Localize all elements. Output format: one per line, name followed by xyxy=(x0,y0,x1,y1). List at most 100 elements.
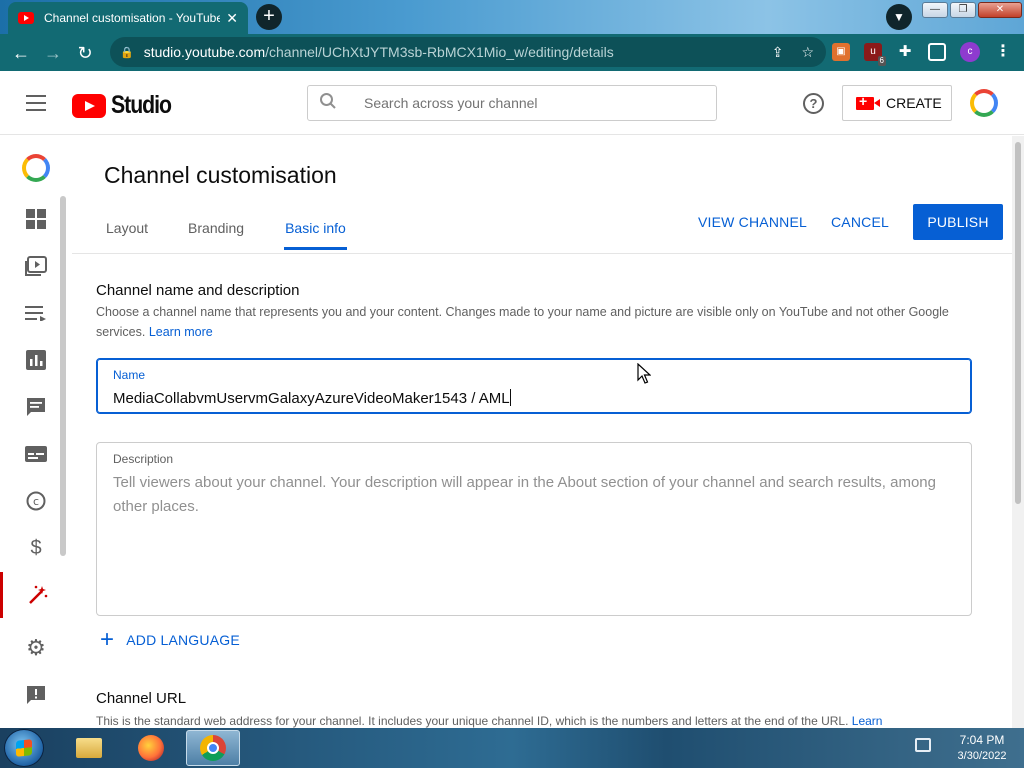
dashboard-icon xyxy=(26,209,46,229)
browser-tab[interactable]: Channel customisation - YouTube ✕ xyxy=(8,2,248,34)
main-scrollbar-thumb[interactable] xyxy=(1015,142,1021,504)
page-actions: VIEW CHANNEL CANCEL PUBLISH xyxy=(698,204,1003,240)
tab-layout[interactable]: Layout xyxy=(106,220,148,250)
search-input[interactable]: Search across your channel xyxy=(307,85,717,121)
side-panel-icon[interactable] xyxy=(928,43,946,61)
forward-arrow-icon[interactable]: → xyxy=(42,42,64,64)
sidebar-item-earn[interactable]: $ xyxy=(0,525,72,571)
account-avatar[interactable] xyxy=(970,89,998,117)
description-placeholder: Tell viewers about your channel. Your de… xyxy=(113,474,936,515)
left-sidebar: c $ ⚙ xyxy=(0,136,72,728)
bookmark-star-icon[interactable]: ☆ xyxy=(801,44,814,61)
network-icon[interactable] xyxy=(915,738,931,752)
back-arrow-icon[interactable]: ← xyxy=(10,42,32,64)
url-learn-more-link[interactable]: Learn xyxy=(852,714,883,728)
folder-icon xyxy=(76,738,102,758)
sidebar-item-content[interactable] xyxy=(0,243,72,289)
help-icon[interactable]: ? xyxy=(803,93,824,114)
svg-text:c: c xyxy=(33,495,39,508)
text-caret xyxy=(509,389,511,406)
studio-logo[interactable]: Studio xyxy=(72,91,182,120)
url-section-text: This is the standard web address for you… xyxy=(96,714,849,728)
cancel-button[interactable]: CANCEL xyxy=(831,214,889,230)
browser-menu-icon[interactable]: ⋮ xyxy=(994,43,1012,61)
search-placeholder: Search across your channel xyxy=(364,95,538,111)
chrome-icon xyxy=(200,735,226,761)
add-language-label: ADD LANGUAGE xyxy=(126,632,240,648)
address-bar[interactable]: 🔒 studio.youtube.com/channel/UChXtJYTM3s… xyxy=(110,37,826,67)
comments-icon xyxy=(27,398,45,416)
restore-button[interactable]: ❐ xyxy=(950,2,976,18)
extension-badge: 6 xyxy=(877,56,886,66)
tabs-divider xyxy=(72,253,1012,254)
start-button[interactable] xyxy=(4,729,44,767)
sidebar-item-copyright[interactable]: c xyxy=(0,478,72,524)
earn-icon: $ xyxy=(30,536,42,559)
minimize-button[interactable]: — xyxy=(922,2,948,18)
extension-camera-icon[interactable]: ▣ xyxy=(832,43,850,61)
publish-button[interactable]: PUBLISH xyxy=(912,204,1003,240)
playlists-icon xyxy=(25,306,46,321)
firefox-icon xyxy=(138,735,164,761)
url-path: /channel/UChXtJYTM3sb-RbMCX1Mio_w/editin… xyxy=(265,44,614,60)
video-camera-icon xyxy=(856,93,880,110)
windows-taskbar: 7:04 PM 3/30/2022 xyxy=(0,728,1024,768)
url-section-description: This is the standard web address for you… xyxy=(96,711,976,728)
sidebar-item-subtitles[interactable] xyxy=(0,431,72,477)
share-icon[interactable]: ⇪ xyxy=(772,44,784,61)
hamburger-menu-icon[interactable] xyxy=(26,95,46,111)
create-button[interactable]: CREATE xyxy=(842,85,952,121)
url-host: studio.youtube.com xyxy=(143,44,266,60)
profile-avatar[interactable]: c xyxy=(960,42,980,62)
taskbar-firefox[interactable] xyxy=(124,730,178,766)
tab-search-chevron-icon[interactable]: ▼ xyxy=(886,4,912,30)
copyright-icon: c xyxy=(26,491,46,511)
channel-name-field[interactable]: Name MediaCollabvmUservmGalaxyAzureVideo… xyxy=(96,358,972,414)
taskbar-explorer[interactable] xyxy=(62,730,116,766)
browser-titlebar: Channel customisation - YouTube ✕ + ▼ — … xyxy=(0,0,1024,34)
name-field-value: MediaCollabvmUservmGalaxyAzureVideoMaker… xyxy=(113,390,510,407)
clock-date[interactable]: 3/30/2022 xyxy=(942,750,1022,762)
extensions-area: ▣ u6 ✚ c ⋮ xyxy=(832,42,1012,66)
search-icon xyxy=(308,92,348,115)
sidebar-item-feedback[interactable] xyxy=(0,672,72,718)
tab-basic-info[interactable]: Basic info xyxy=(284,220,347,250)
extensions-puzzle-icon[interactable]: ✚ xyxy=(896,43,914,61)
window-controls: — ❐ ✕ xyxy=(922,2,1022,18)
customisation-tabs: Layout Branding Basic info xyxy=(106,220,387,250)
main-scrollbar[interactable] xyxy=(1012,136,1024,728)
name-section-text: Choose a channel name that represents yo… xyxy=(96,305,949,339)
subtitles-icon xyxy=(25,446,47,462)
name-section-description: Choose a channel name that represents yo… xyxy=(96,302,956,342)
description-field-label: Description xyxy=(113,452,174,466)
learn-more-link[interactable]: Learn more xyxy=(149,325,213,339)
sidebar-item-analytics[interactable] xyxy=(0,337,72,383)
channel-description-field[interactable]: Description Tell viewers about your chan… xyxy=(96,442,972,616)
feedback-icon xyxy=(27,686,45,704)
system-tray: 7:04 PM 3/30/2022 xyxy=(912,728,1024,768)
new-tab-button[interactable]: + xyxy=(256,4,282,30)
youtube-favicon-icon xyxy=(18,12,34,24)
create-label: CREATE xyxy=(886,95,942,111)
clock-time[interactable]: 7:04 PM xyxy=(942,733,1022,747)
name-field-value-wrap: MediaCollabvmUservmGalaxyAzureVideoMaker… xyxy=(113,389,511,407)
tab-branding[interactable]: Branding xyxy=(188,220,244,250)
add-language-button[interactable]: + ADD LANGUAGE xyxy=(100,628,240,652)
analytics-icon xyxy=(26,350,46,370)
window-close-button[interactable]: ✕ xyxy=(978,2,1022,18)
reload-icon[interactable]: ↻ xyxy=(74,42,96,64)
channel-avatar[interactable] xyxy=(22,154,50,182)
url-section-heading: Channel URL xyxy=(96,690,187,707)
name-section-heading: Channel name and description xyxy=(96,282,300,299)
sidebar-item-dashboard[interactable] xyxy=(0,196,72,242)
sidebar-item-customisation[interactable] xyxy=(0,572,72,618)
sidebar-item-playlists[interactable] xyxy=(0,290,72,336)
view-channel-button[interactable]: VIEW CHANNEL xyxy=(698,214,807,230)
settings-icon: ⚙ xyxy=(26,635,46,660)
taskbar-chrome[interactable] xyxy=(186,730,240,766)
ublock-extension-icon[interactable]: u6 xyxy=(864,43,886,66)
tab-close-icon[interactable]: ✕ xyxy=(226,10,238,27)
sidebar-item-comments[interactable] xyxy=(0,384,72,430)
sidebar-item-settings[interactable]: ⚙ xyxy=(0,625,72,671)
name-field-label: Name xyxy=(113,368,146,382)
